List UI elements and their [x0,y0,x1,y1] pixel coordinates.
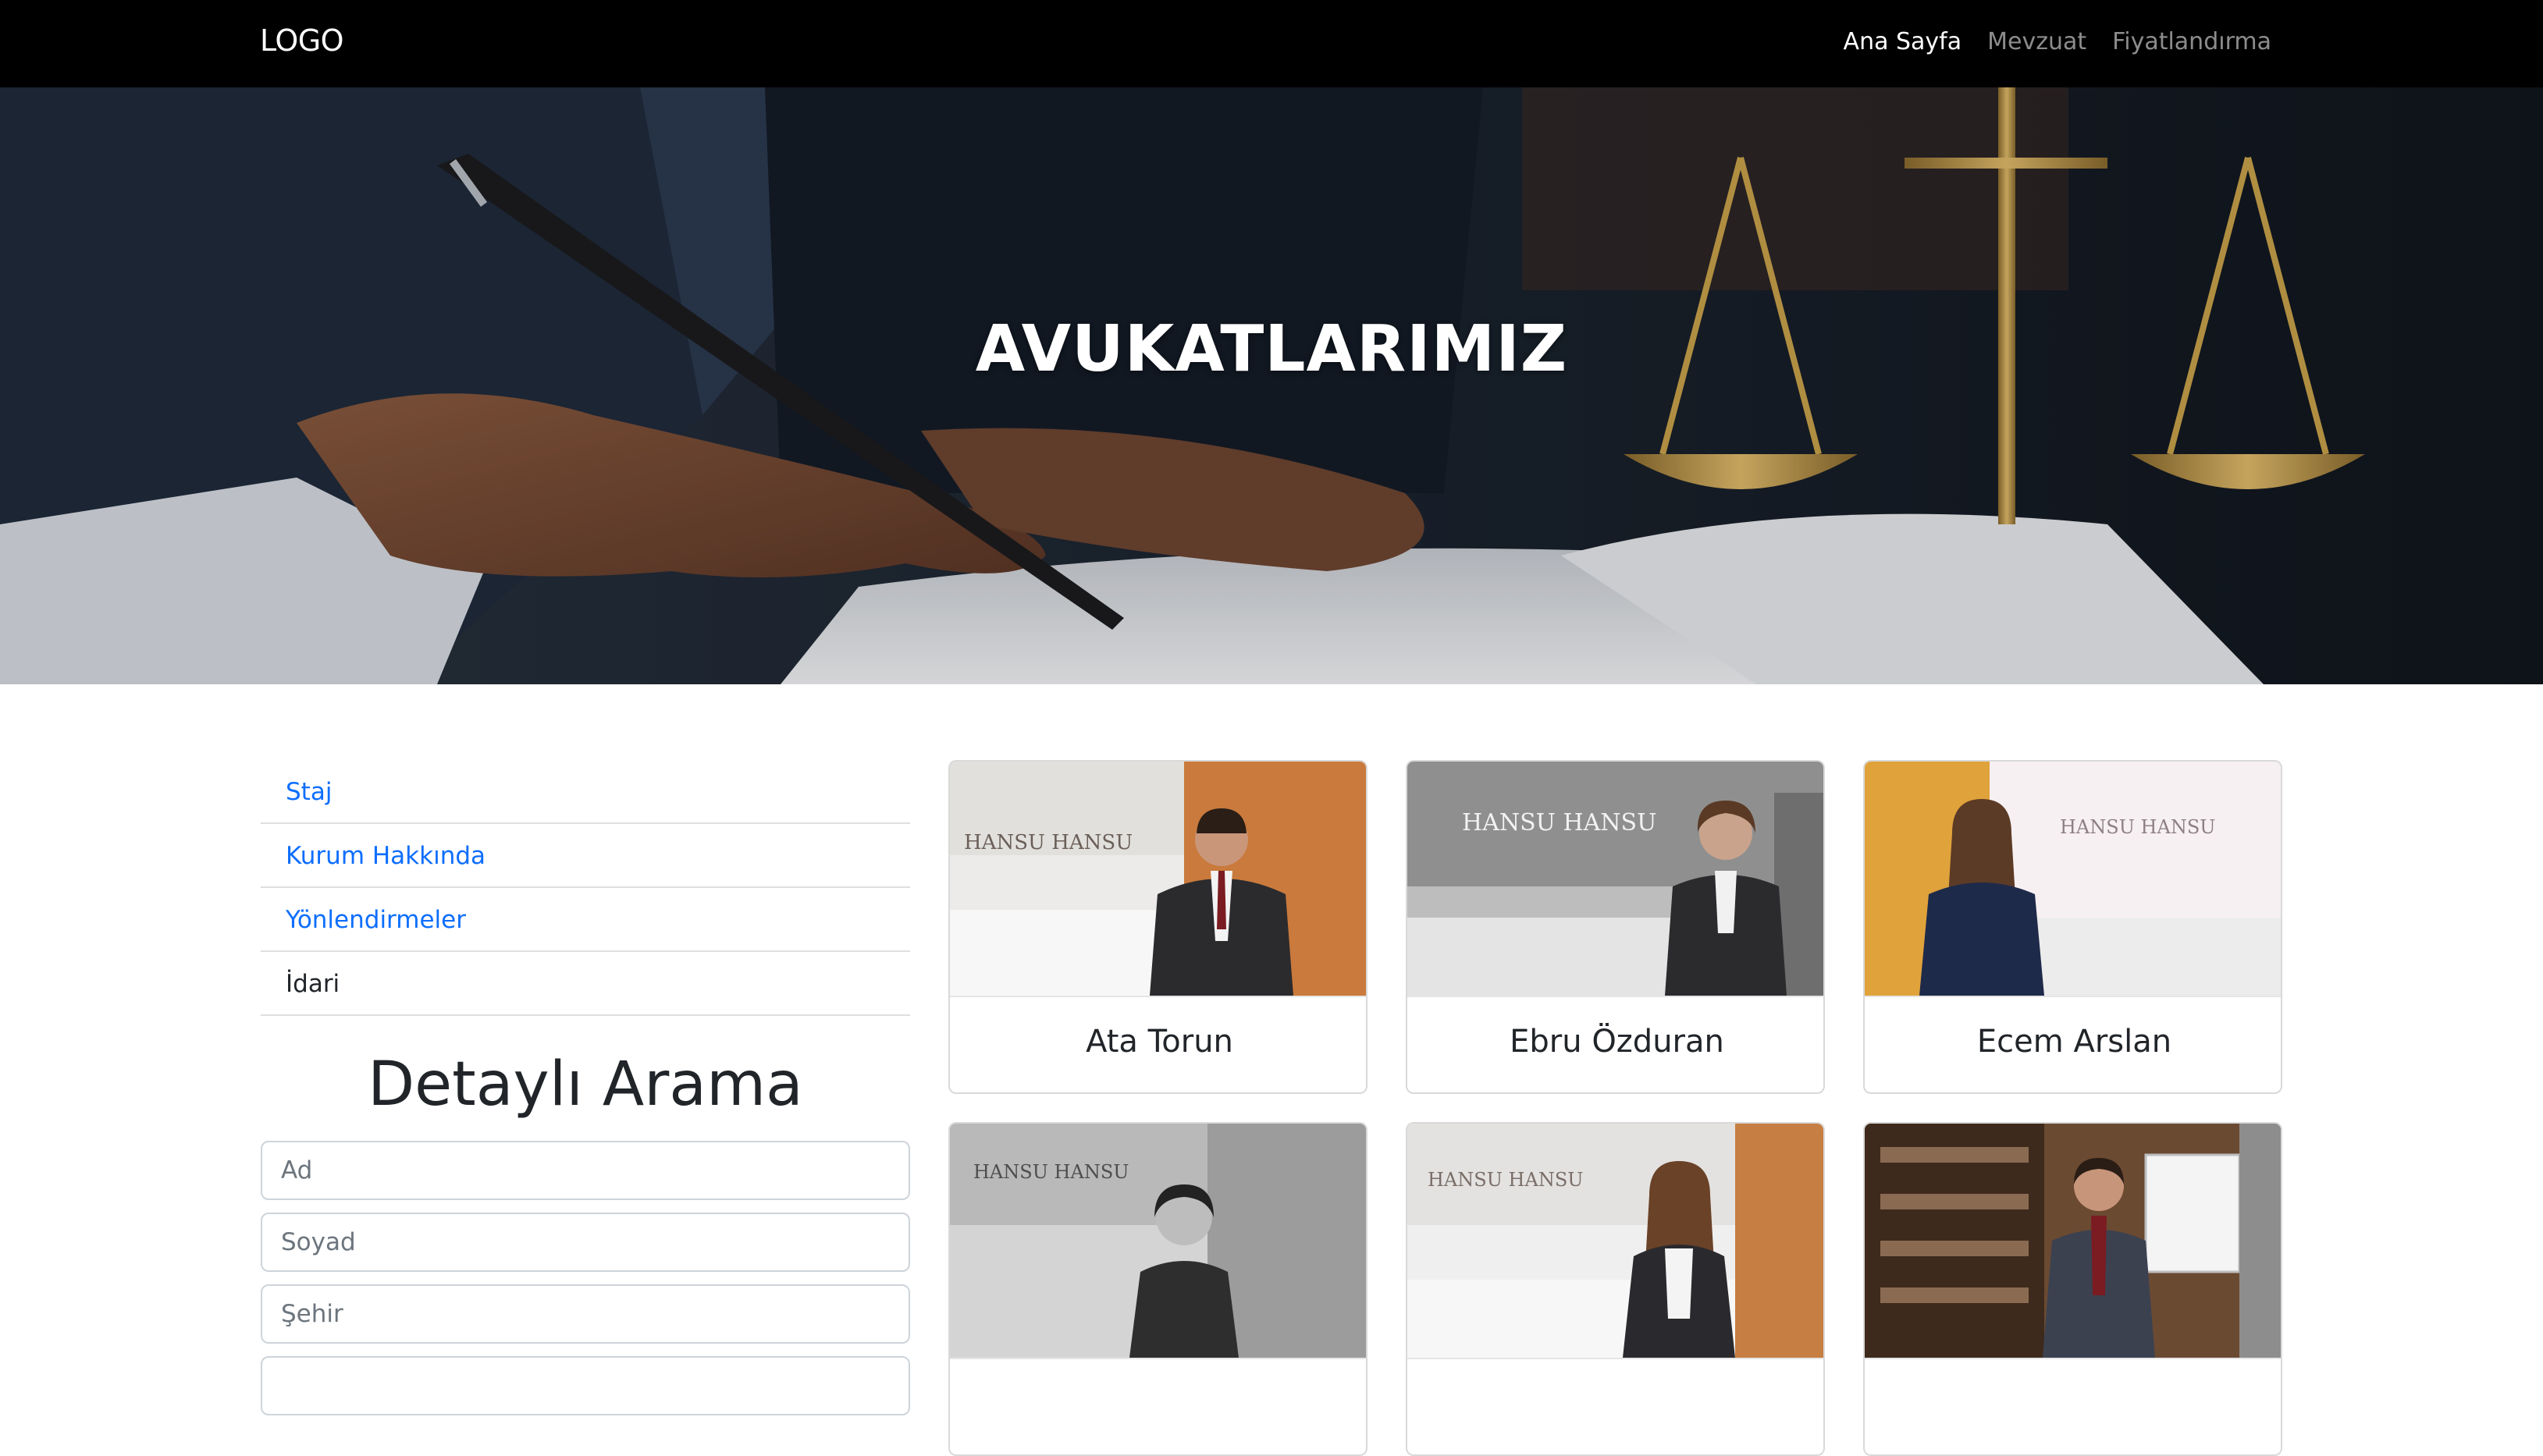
lawyer-card[interactable]: HANSU HANSU [1406,1122,1825,1456]
lawyer-photo: HANSU HANSU [950,762,1366,996]
first-name-input[interactable] [261,1141,910,1200]
lawyer-card[interactable]: HANSU HANSU Ata Torun [948,760,1368,1094]
last-name-input[interactable] [261,1213,910,1272]
lawyer-card[interactable]: HANSU HANSU [948,1122,1368,1456]
lawyer-name: Ebru Özduran [1510,1024,1724,1060]
logo-link[interactable]: LOGO [260,23,344,58]
hero-banner: AVUKATLARIMIZ [0,87,2543,684]
sidebar-item-directions[interactable]: Yönlendirmeler [261,888,910,952]
sidebar-item-about[interactable]: Kurum Hakkında [261,824,910,888]
card-body [1407,1358,1823,1454]
nav-link-home[interactable]: Ana Sayfa [1844,28,1962,55]
sidebar-item-administrative[interactable]: İdari [261,952,910,1016]
firm-sign: HANSU HANSU [973,1161,1129,1183]
lawyer-photo: HANSU HANSU [950,1124,1366,1358]
lawyer-card[interactable]: HANSU HANSU Ebru Özduran [1406,760,1825,1094]
hero-title: AVUKATLARIMIZ [975,312,1568,386]
lawyer-photo: HANSU HANSU [1865,762,2281,996]
lawyer-photo: HANSU HANSU [1407,1124,1823,1358]
card-body [950,1358,1366,1454]
nav-link-pricing[interactable]: Fiyatlandırma [2112,28,2271,55]
nav-link-legislation[interactable]: Mevzuat [1987,28,2086,55]
card-body: Ata Torun [950,996,1366,1092]
lawyer-card[interactable] [1863,1122,2282,1456]
firm-sign: HANSU HANSU [964,831,1133,854]
detailed-search-title: Detaylı Arama [368,1049,803,1120]
lawyer-name: Ata Torun [1086,1024,1233,1060]
sidebar-item-staj[interactable]: Staj [261,760,910,824]
sidebar-list: Staj Kurum Hakkında Yönlendirmeler İdari [261,760,910,1016]
card-body: Ecem Arslan [1865,996,2281,1092]
city-input[interactable] [261,1284,910,1344]
navbar: LOGO Ana Sayfa Mevzuat Fiyatlandırma [0,0,2543,87]
extra-input[interactable] [261,1356,910,1415]
lawyer-name: Ecem Arslan [1976,1024,2172,1060]
firm-sign: HANSU HANSU [1462,809,1656,836]
lawyer-photo [1865,1124,2281,1358]
firm-sign: HANSU HANSU [1428,1169,1584,1191]
card-body: Ebru Özduran [1407,996,1823,1092]
nav-links: Ana Sayfa Mevzuat Fiyatlandırma [1844,28,2271,55]
lawyer-photo: HANSU HANSU [1407,762,1823,996]
card-body [1865,1358,2281,1454]
lawyer-card[interactable]: HANSU HANSU Ecem Arslan [1863,760,2282,1094]
firm-sign: HANSU HANSU [2060,816,2216,838]
